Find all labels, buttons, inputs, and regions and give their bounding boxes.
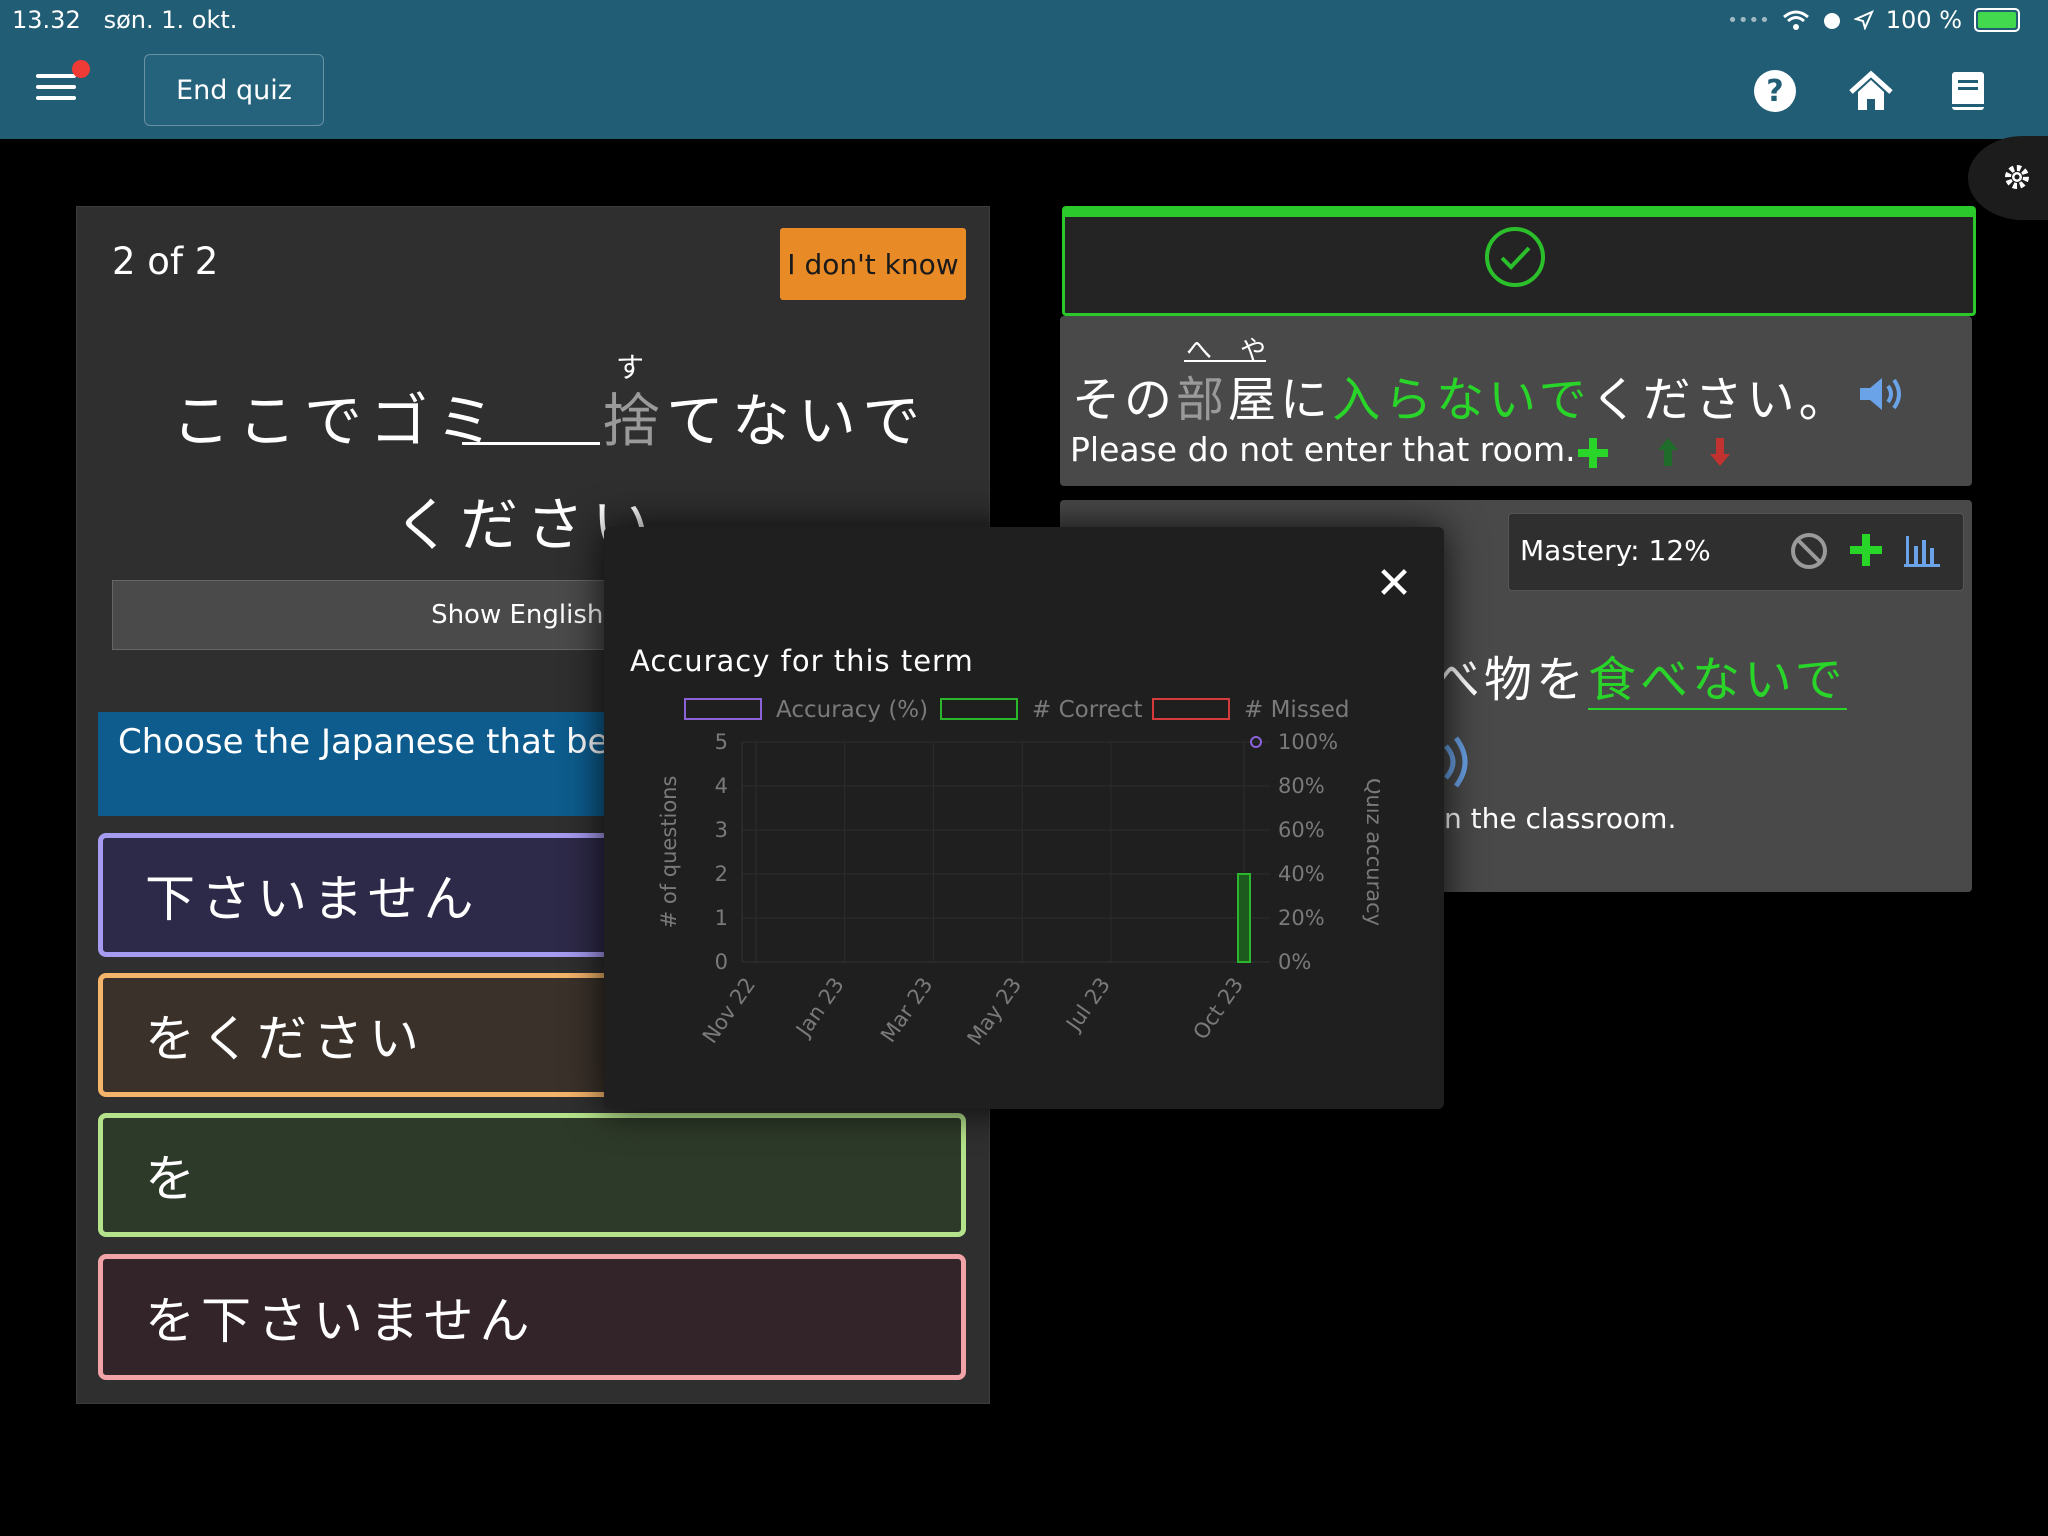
sentence-highlight: 入らないで	[1332, 372, 1591, 428]
mastery-label: Mastery: 12%	[1520, 534, 1711, 567]
question-kanji: 捨	[602, 387, 669, 455]
speaker-icon-2[interactable]	[1440, 734, 1480, 790]
legend-swatch-accuracy	[684, 698, 762, 720]
close-icon[interactable]: ✕	[1374, 562, 1414, 606]
y-right-tick: 60%	[1278, 818, 1325, 842]
x-tick: Oct 23	[1188, 973, 1248, 1044]
notification-dot	[72, 60, 90, 78]
bar-chart-icon[interactable]	[1902, 532, 1942, 568]
x-tick: Nov 22	[698, 973, 760, 1048]
add-icon[interactable]	[1576, 436, 1610, 470]
sentence2-highlight: 食べないで	[1588, 652, 1847, 710]
thumbs-down-arrow-icon[interactable]	[1708, 436, 1732, 468]
example-sentence-2: べ物を食べないで	[1432, 640, 1847, 710]
sentence2-english: n the classroom.	[1444, 802, 1677, 835]
question-text-end: てないで	[666, 387, 929, 455]
answer-choice-4[interactable]: を下さいません	[98, 1254, 966, 1380]
block-icon[interactable]	[1790, 532, 1828, 570]
x-tick: Mar 23	[876, 973, 938, 1047]
mastery-value: 12%	[1648, 534, 1711, 567]
y-right-tick: 20%	[1278, 906, 1325, 930]
settings-tab[interactable]	[1968, 136, 2048, 220]
status-time: 13.32 søn. 1. okt.	[12, 6, 238, 34]
gear-icon[interactable]	[2002, 162, 2032, 192]
question-blank	[462, 378, 600, 445]
sentence-particle: に	[1280, 372, 1333, 428]
battery-icon	[1974, 8, 2020, 32]
x-tick: May 23	[963, 973, 1027, 1050]
location-icon	[1853, 10, 1874, 30]
x-tick: Jul 23	[1061, 973, 1115, 1037]
y-right-label: Quiz accuracy	[1362, 778, 1380, 926]
legend-swatch-missed	[1152, 698, 1230, 720]
y-right-tick: 80%	[1278, 774, 1325, 798]
y-right-tick: 0%	[1278, 950, 1311, 974]
checkmark-circle-icon	[1485, 227, 1545, 287]
menu-icon[interactable]	[36, 74, 76, 108]
y-left-label: # of questions	[657, 776, 681, 929]
y-right-tick: 100%	[1278, 730, 1338, 754]
question-text-start: ここでゴミ	[172, 387, 503, 455]
thumbs-up-arrow-icon[interactable]	[1656, 436, 1680, 468]
signal-dots-icon: ••••	[1727, 9, 1770, 31]
sentence-suffix: ください。	[1590, 372, 1851, 428]
home-icon[interactable]	[1848, 68, 1894, 114]
sentence-kanji-a: 部	[1176, 372, 1229, 428]
status-indicators: •••• 100 %	[1727, 6, 2020, 34]
y-right-tick: 40%	[1278, 862, 1325, 886]
y-left-tick: 0	[715, 950, 728, 974]
modal-title: Accuracy for this term	[630, 644, 974, 678]
y-left-tick: 4	[715, 774, 728, 798]
status-date: søn. 1. okt.	[103, 6, 238, 34]
alarm-icon	[1823, 13, 1840, 29]
help-icon[interactable]: ?	[1752, 68, 1798, 114]
accuracy-chart: 0 1 2 3 4 5 0% 20% 40% 60% 80% 100% Nov 22 Jan 23 Mar …	[657, 730, 1380, 1050]
example-sentence: その部屋に入らないでください。	[1072, 360, 1851, 430]
dont-know-button[interactable]: I don't know	[780, 228, 966, 300]
book-icon[interactable]	[1944, 68, 1990, 114]
end-quiz-button[interactable]: End quiz	[144, 54, 324, 126]
x-tick: Jan 23	[790, 973, 849, 1042]
question-counter: 2 of 2	[112, 240, 219, 283]
legend-swatch-correct	[940, 698, 1018, 720]
y-left-tick: 1	[715, 906, 728, 930]
mastery-label-text: Mastery:	[1520, 534, 1640, 567]
bar-correct	[1237, 873, 1251, 963]
y-left-tick: 5	[715, 730, 728, 754]
answer-choice-3[interactable]: を	[98, 1113, 966, 1237]
battery-percent: 100 %	[1885, 6, 1962, 34]
y-left-tick: 2	[715, 862, 728, 886]
sentence2-text: べ物を	[1432, 652, 1589, 708]
sentence-kanji-b: 屋	[1228, 372, 1281, 428]
svg-text:?: ?	[1766, 74, 1783, 109]
sentence-english: Please do not enter that room.	[1070, 430, 1576, 469]
wifi-icon	[1782, 10, 1809, 30]
y-left-tick: 3	[715, 818, 728, 842]
speaker-icon[interactable]	[1858, 374, 1906, 414]
add-icon-2[interactable]	[1848, 532, 1884, 568]
sentence-prefix: その	[1072, 372, 1177, 428]
